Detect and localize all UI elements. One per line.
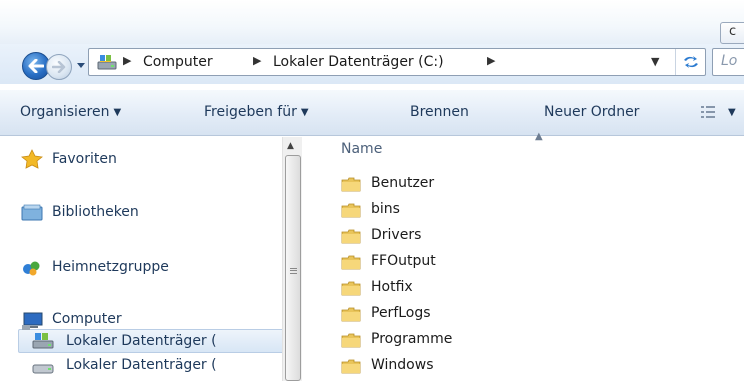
views-dropdown-icon[interactable]: ▼ — [728, 107, 736, 118]
refresh-icon — [683, 56, 698, 68]
new-folder-button[interactable]: Neuer Ordner — [544, 104, 639, 120]
grip-icon — [290, 268, 297, 274]
folder-icon — [341, 359, 361, 374]
list-item[interactable]: Programme — [335, 329, 635, 351]
folder-name: Windows — [371, 357, 434, 373]
folder-icon — [341, 229, 361, 244]
share-button[interactable]: Freigeben für ▼ — [204, 104, 309, 120]
list-item[interactable]: Drivers — [335, 225, 635, 247]
chevron-down-icon: ▼ — [113, 107, 122, 118]
navigation-pane: Favoriten Bibliotheken Heimnetzgruppe Co… — [0, 137, 305, 381]
folder-icon — [341, 203, 361, 218]
folder-name: PerfLogs — [371, 305, 431, 321]
list-item[interactable]: Benutzer — [335, 173, 635, 195]
folder-icon — [341, 177, 361, 192]
scroll-thumb[interactable] — [285, 155, 301, 381]
star-icon — [21, 149, 43, 169]
nav-item-libraries[interactable]: Bibliotheken — [52, 204, 139, 220]
refresh-button[interactable] — [675, 49, 705, 75]
search-input[interactable]: Lo — [712, 48, 744, 76]
breadcrumb-separator-icon[interactable]: ▶ — [123, 54, 131, 67]
homegroup-icon — [23, 261, 40, 276]
list-item[interactable]: Hotfix — [335, 277, 635, 299]
nav-item-local-disk-2[interactable]: Lokaler Datenträger ( — [66, 357, 217, 373]
folder-icon — [341, 255, 361, 270]
drive-icon — [32, 333, 54, 349]
forward-arrow-icon — [52, 61, 66, 73]
folder-icon — [341, 333, 361, 348]
folder-icon — [341, 307, 361, 322]
breadcrumb-separator-icon[interactable]: ▶ — [253, 54, 261, 67]
folder-name: bins — [371, 201, 400, 217]
list-item[interactable]: PerfLogs — [335, 303, 635, 325]
recent-pages-dropdown-icon[interactable] — [76, 60, 86, 70]
drive-icon — [32, 364, 54, 374]
forward-button[interactable] — [46, 54, 72, 80]
folder-name: Programme — [371, 331, 453, 347]
folder-icon — [341, 281, 361, 296]
list-item[interactable]: FFOutput — [335, 251, 635, 273]
nav-item-computer[interactable]: Computer — [52, 311, 122, 327]
details-view-icon[interactable] — [700, 104, 716, 120]
nav-item-homegroup[interactable]: Heimnetzgruppe — [52, 259, 169, 275]
folder-name: Drivers — [371, 227, 422, 243]
command-bar: Organisieren ▼ Freigeben für ▼ Brennen Neu… — [0, 90, 744, 136]
scroll-up-icon[interactable]: ▲ — [287, 141, 294, 151]
nav-item-local-disk-c[interactable]: Lokaler Datenträger ( — [66, 333, 217, 349]
computer-icon — [22, 312, 43, 330]
list-item[interactable]: Windows — [335, 355, 635, 377]
breadcrumb-drive[interactable]: Lokaler Datenträger (C:) — [273, 54, 444, 70]
sort-arrow-icon: ▲ — [535, 131, 543, 142]
folder-name: FFOutput — [371, 253, 436, 269]
folder-name: Benutzer — [371, 175, 435, 191]
caption-button[interactable]: c — [720, 22, 744, 44]
title-bar: c — [0, 0, 744, 44]
list-item[interactable]: bins — [335, 199, 635, 221]
organize-button[interactable]: Organisieren ▼ — [20, 104, 121, 120]
file-list: ▲ Name Benutzer bins Drivers FFOutput Hotfix… — [303, 131, 744, 381]
folder-name: Hotfix — [371, 279, 413, 295]
back-arrow-icon — [28, 59, 44, 73]
library-icon — [21, 204, 43, 221]
organize-label: Organisieren — [20, 104, 110, 120]
breadcrumb-separator-icon[interactable]: ▶ — [487, 54, 495, 67]
column-header-name[interactable]: Name — [341, 141, 382, 157]
navigation-bar: ▶ Computer ▶ Lokaler Datenträger (C:) ▶ … — [0, 44, 744, 84]
nav-scrollbar[interactable]: ▲ — [282, 137, 302, 381]
nav-item-favorites[interactable]: Favoriten — [52, 151, 117, 167]
share-label: Freigeben für — [204, 104, 297, 120]
chevron-down-icon: ▼ — [300, 107, 309, 118]
drive-icon — [97, 55, 117, 70]
address-bar[interactable]: ▶ Computer ▶ Lokaler Datenträger (C:) ▶ … — [88, 48, 706, 76]
burn-button[interactable]: Brennen — [410, 104, 469, 120]
address-dropdown-icon[interactable]: ▼ — [651, 55, 659, 68]
breadcrumb-computer[interactable]: Computer — [143, 54, 213, 70]
